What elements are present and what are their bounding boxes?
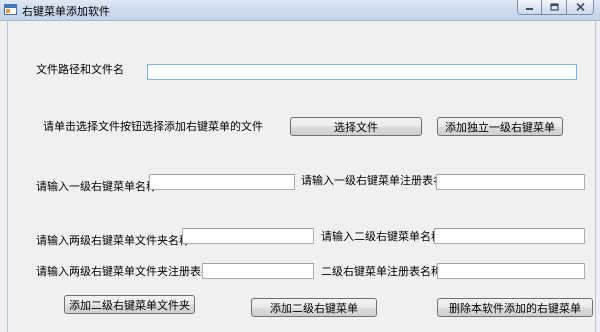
main-window: 右键菜单添加软件 文件路径和文件名 请单击选择文件按钮选择添加右键菜单的文件 选… bbox=[0, 0, 600, 332]
maximize-button[interactable] bbox=[542, 0, 567, 15]
level1-reg-input[interactable] bbox=[436, 174, 585, 190]
window-title: 右键菜单添加软件 bbox=[22, 5, 110, 18]
level2-folder-reg-label: 请输入两级右键菜单文件夹注册表名 bbox=[36, 265, 212, 278]
level1-name-input[interactable] bbox=[149, 174, 295, 190]
hint-text: 请单击选择文件按钮选择添加右键菜单的文件 bbox=[43, 120, 263, 133]
level2-name-input[interactable] bbox=[434, 228, 585, 244]
level2-name-label: 请输入二级右键菜单名称 bbox=[321, 230, 442, 243]
level2-folder-name-label: 请输入两级右键菜单文件夹名称 bbox=[36, 234, 190, 247]
close-button[interactable] bbox=[567, 0, 594, 15]
window-controls bbox=[517, 0, 594, 15]
maximize-icon bbox=[549, 1, 559, 14]
path-label: 文件路径和文件名 bbox=[36, 63, 124, 76]
level1-name-label: 请输入一级右键菜单名称 bbox=[36, 180, 157, 193]
delete-added-menus-button[interactable]: 删除本软件添加的右键菜单 bbox=[437, 298, 593, 317]
add-level2-folder-button[interactable]: 添加二级右键菜单文件夹 bbox=[64, 295, 195, 314]
level1-reg-label: 请输入一级右键菜单注册表名 bbox=[301, 174, 444, 187]
app-window-icon bbox=[4, 3, 17, 16]
minimize-icon bbox=[525, 1, 534, 14]
title-bar[interactable]: 右键菜单添加软件 bbox=[0, 0, 600, 21]
close-icon bbox=[575, 1, 585, 14]
select-file-button[interactable]: 选择文件 bbox=[290, 117, 422, 136]
add-standalone-menu-button[interactable]: 添加独立一级右键菜单 bbox=[437, 117, 563, 136]
path-input[interactable] bbox=[147, 64, 577, 80]
form-client-area: 文件路径和文件名 请单击选择文件按钮选择添加右键菜单的文件 选择文件 添加独立一… bbox=[7, 21, 596, 332]
level2-reg-input[interactable] bbox=[437, 263, 585, 279]
minimize-button[interactable] bbox=[517, 0, 542, 15]
level2-reg-label: 二级右键菜单注册表名称 bbox=[321, 265, 442, 278]
level2-folder-reg-input[interactable] bbox=[202, 263, 314, 279]
level2-folder-name-input[interactable] bbox=[182, 228, 314, 244]
add-level2-menu-button[interactable]: 添加二级右键菜单 bbox=[251, 298, 377, 317]
